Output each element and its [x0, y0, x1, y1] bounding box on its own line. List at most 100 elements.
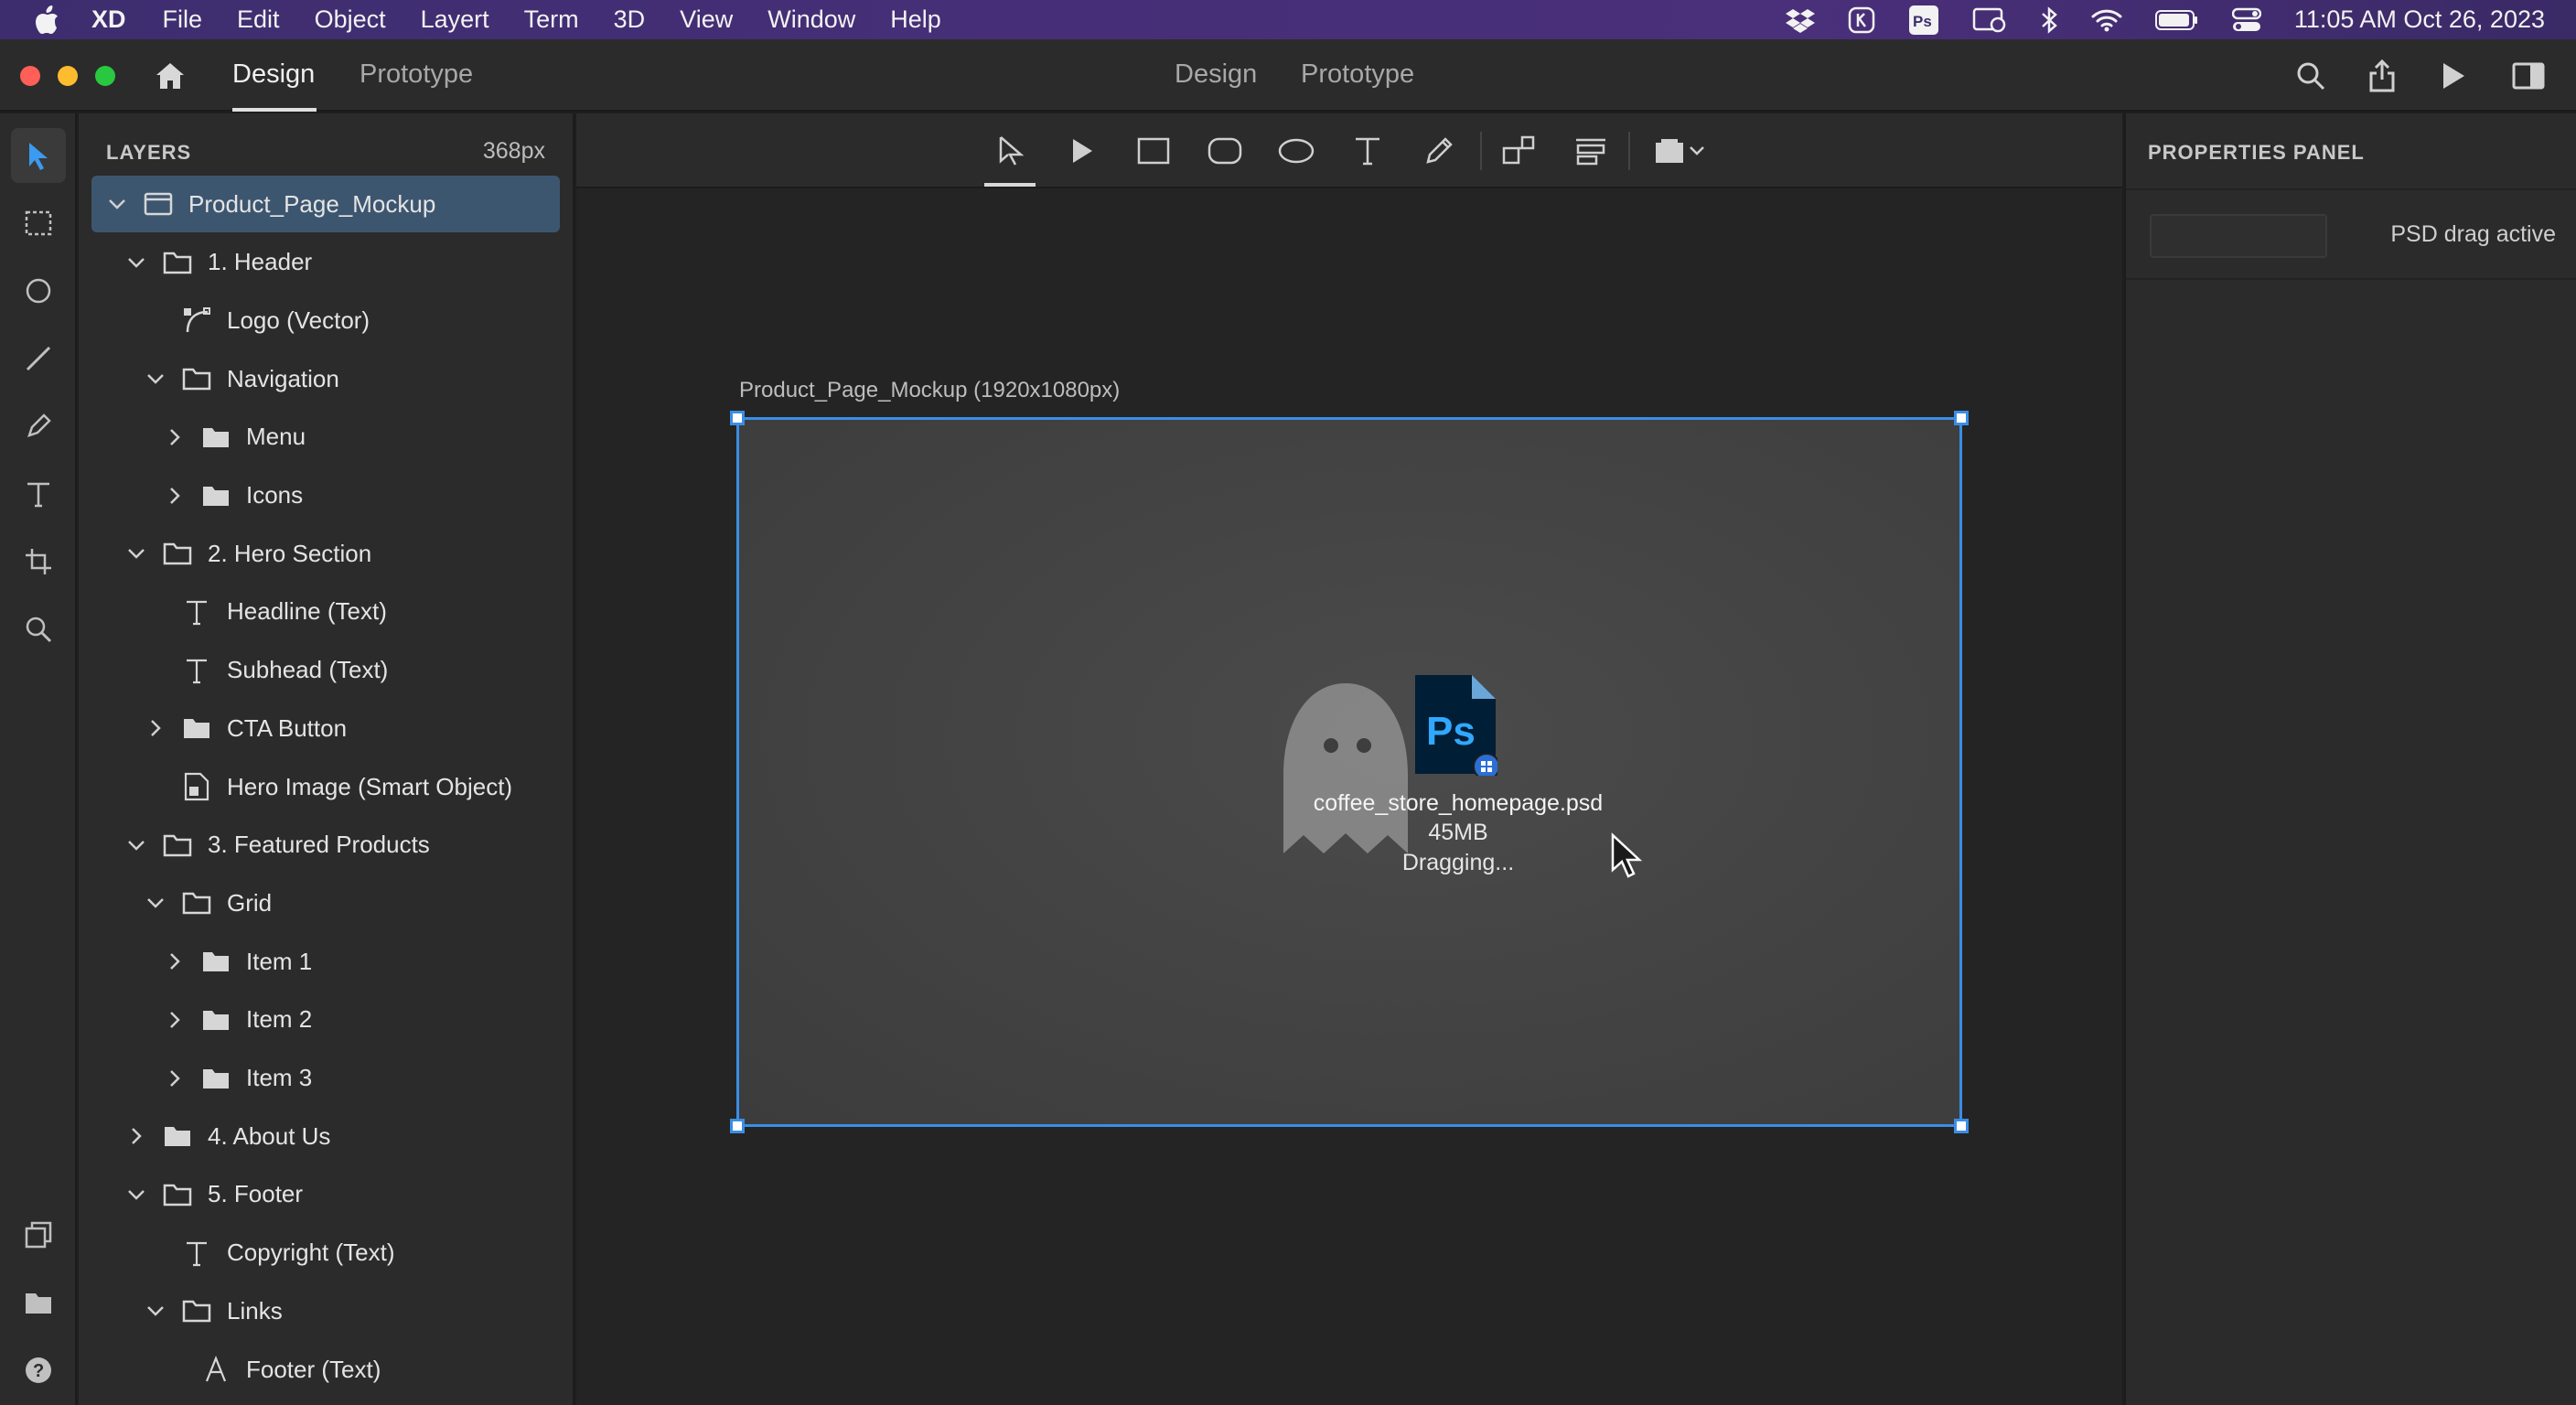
window-maximize-button[interactable]: [95, 66, 115, 86]
text-tool-icon[interactable]: [11, 467, 66, 521]
apple-icon[interactable]: [31, 4, 64, 37]
help-icon[interactable]: ?: [11, 1343, 66, 1398]
k-icon[interactable]: [1848, 6, 1875, 34]
chevron-down-icon[interactable]: [125, 834, 147, 856]
marquee-tool-icon[interactable]: [11, 196, 66, 251]
center-tab-prototype[interactable]: Prototype: [1301, 59, 1414, 90]
menu-file[interactable]: File: [163, 5, 203, 34]
resize-handle-top-left[interactable]: [730, 411, 745, 425]
layer-row[interactable]: Navigation: [91, 350, 560, 407]
chevron-down-icon[interactable]: [125, 1184, 147, 1206]
layer-row[interactable]: Item 1: [91, 933, 560, 990]
layer-row[interactable]: Headline (Text): [91, 584, 560, 640]
select-arrow-icon[interactable]: [990, 130, 1032, 172]
property-value-field[interactable]: [2150, 214, 2327, 258]
home-icon[interactable]: [152, 58, 188, 94]
chevron-down-icon[interactable]: [145, 368, 166, 390]
search-icon[interactable]: [2292, 58, 2329, 94]
layer-row[interactable]: Hero Image (Smart Object): [91, 758, 560, 815]
menu-view[interactable]: View: [680, 5, 733, 34]
screen-record-icon[interactable]: [1972, 6, 2007, 34]
canvas-area[interactable]: Product_Page_Mockup (1920x1080px) Ps cof…: [576, 113, 2122, 1405]
rounded-rect-tool-icon[interactable]: [1204, 130, 1246, 172]
layer-row[interactable]: Links: [91, 1282, 560, 1339]
menubar-clock[interactable]: 11:05 AM Oct 26, 2023: [2294, 5, 2545, 34]
resize-handle-top-right[interactable]: [1954, 411, 1969, 425]
battery-icon[interactable]: [2154, 9, 2199, 31]
layer-row[interactable]: 4. About Us: [91, 1108, 560, 1164]
align-tool-icon[interactable]: [1570, 130, 1612, 172]
dropbox-icon[interactable]: [1785, 7, 1815, 33]
control-center-icon[interactable]: [2231, 7, 2261, 33]
tab-prototype[interactable]: Prototype: [360, 59, 473, 90]
assets-folder-icon[interactable]: [11, 1275, 66, 1330]
chevron-right-icon[interactable]: [164, 1009, 186, 1031]
folder-outline-icon: [179, 363, 214, 394]
chevron-down-icon[interactable]: [106, 193, 128, 215]
menu-help[interactable]: Help: [890, 5, 941, 34]
pencil-tool-icon[interactable]: [1418, 130, 1460, 172]
layer-row[interactable]: Item 2: [91, 992, 560, 1048]
layer-row[interactable]: 3. Featured Products: [91, 817, 560, 874]
tab-design[interactable]: Design: [232, 59, 315, 90]
resize-handle-bottom-right[interactable]: [1954, 1119, 1969, 1133]
menu-layert[interactable]: Layert: [421, 5, 489, 34]
ellipse-shape-tool-icon[interactable]: [1275, 130, 1317, 172]
chevron-down-icon[interactable]: [125, 252, 147, 273]
layer-row[interactable]: Menu: [91, 409, 560, 466]
menu-edit[interactable]: Edit: [237, 5, 280, 34]
chevron-down-icon[interactable]: [125, 542, 147, 564]
bluetooth-icon[interactable]: [2040, 5, 2058, 35]
share-icon[interactable]: [2364, 58, 2400, 94]
menu-app-name[interactable]: XD: [91, 5, 126, 34]
pages-icon[interactable]: [11, 1207, 66, 1262]
layer-row[interactable]: 1. Header: [91, 234, 560, 291]
folder-filled-icon: [160, 1121, 195, 1152]
chevron-down-icon[interactable]: [145, 1300, 166, 1322]
chevron-down-icon[interactable]: [145, 892, 166, 914]
center-tab-design[interactable]: Design: [1175, 59, 1257, 90]
crop-tool-icon[interactable]: [11, 534, 66, 589]
select-tool-icon[interactable]: [11, 128, 66, 183]
chevron-right-icon[interactable]: [164, 950, 186, 972]
pen-tool-icon[interactable]: [11, 399, 66, 454]
layer-row[interactable]: Grid: [91, 874, 560, 931]
artboard-title[interactable]: Product_Page_Mockup (1920x1080px): [739, 378, 1120, 403]
resize-handle-bottom-left[interactable]: [730, 1119, 745, 1133]
ps-icon[interactable]: Ps: [1908, 5, 1939, 36]
menu-object[interactable]: Object: [315, 5, 386, 34]
export-dropdown-chevron-icon[interactable]: [1685, 130, 1709, 172]
layer-row[interactable]: Icons: [91, 467, 560, 524]
panel-toggle-icon[interactable]: [2510, 58, 2547, 94]
layer-row[interactable]: Logo (Vector): [91, 292, 560, 349]
play-tool-icon[interactable]: [1061, 130, 1103, 172]
chevron-right-icon[interactable]: [164, 485, 186, 507]
zoom-tool-icon[interactable]: [11, 602, 66, 657]
play-preview-icon[interactable]: [2435, 58, 2472, 94]
rectangle-tool-icon[interactable]: [1132, 130, 1175, 172]
ellipse-tool-icon[interactable]: [11, 263, 66, 318]
menu-term[interactable]: Term: [524, 5, 579, 34]
text-shape-tool-icon[interactable]: [1347, 130, 1389, 172]
layer-row[interactable]: Copyright (Text): [91, 1225, 560, 1282]
chevron-right-icon[interactable]: [125, 1125, 147, 1147]
line-tool-icon[interactable]: [11, 331, 66, 386]
chevron-right-icon[interactable]: [164, 1067, 186, 1089]
menu-window[interactable]: Window: [767, 5, 855, 34]
wifi-icon[interactable]: [2091, 8, 2122, 32]
layer-row[interactable]: Item 3: [91, 1050, 560, 1107]
transform-tool-icon[interactable]: [1498, 130, 1540, 172]
chevron-right-icon[interactable]: [164, 426, 186, 448]
layer-row[interactable]: CTA Button: [91, 700, 560, 756]
layer-row[interactable]: 2. Hero Section: [91, 525, 560, 582]
menu-3d[interactable]: 3D: [614, 5, 646, 34]
layer-name: Item 2: [246, 1005, 313, 1034]
layer-row[interactable]: Product_Page_Mockup: [91, 176, 560, 232]
layer-row[interactable]: Subhead (Text): [91, 642, 560, 699]
chevron-right-icon[interactable]: [145, 717, 166, 739]
window-close-button[interactable]: [20, 66, 40, 86]
folder-filled-icon: [199, 946, 233, 977]
layer-row[interactable]: Footer (Text): [91, 1341, 560, 1398]
window-minimize-button[interactable]: [58, 66, 78, 86]
layer-row[interactable]: 5. Footer: [91, 1166, 560, 1223]
